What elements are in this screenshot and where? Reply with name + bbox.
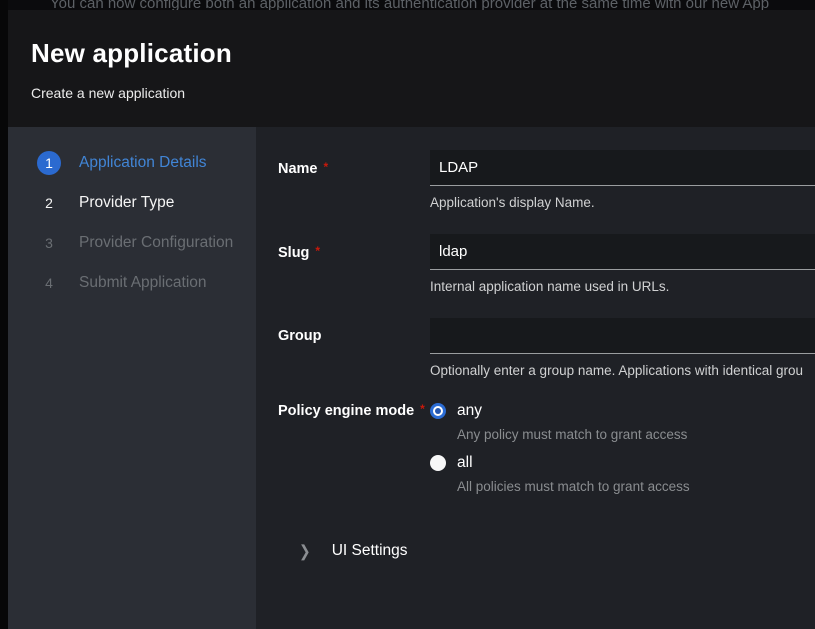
slug-field-group: Internal application name used in URLs. — [430, 234, 815, 294]
label-text: Slug — [278, 245, 309, 261]
radio-selected-icon[interactable] — [430, 403, 446, 419]
wizard-step-submit-application: 4 Submit Application — [8, 263, 256, 303]
group-field-row: Group Optionally enter a group name. App… — [278, 318, 815, 378]
radio-unselected-icon[interactable] — [430, 455, 446, 471]
name-help-text: Application's display Name. — [430, 195, 815, 210]
radio-all-help: All policies must match to grant access — [457, 479, 815, 494]
radio-all-label: all — [457, 454, 473, 472]
step-label: Submit Application — [79, 274, 207, 292]
slug-field-row: Slug * Internal application name used in … — [278, 234, 815, 294]
modal-header: New application Create a new application — [8, 10, 815, 127]
required-asterisk: * — [420, 402, 425, 416]
radio-option-any: any Any policy must match to grant acces… — [430, 402, 815, 442]
wizard-step-nav: 1 Application Details 2 Provider Type 3 … — [8, 127, 256, 629]
required-asterisk: * — [324, 160, 329, 174]
policy-engine-mode-label: Policy engine mode * — [278, 402, 430, 506]
step-number: 2 — [37, 191, 61, 215]
step-label: Provider Type — [79, 194, 174, 212]
group-input[interactable] — [430, 318, 815, 354]
page-background-strip — [0, 0, 8, 629]
label-text: Name — [278, 161, 318, 177]
screen: You can now configure both an applicatio… — [0, 0, 815, 629]
slug-input[interactable] — [430, 234, 815, 270]
slug-field-label: Slug * — [278, 234, 430, 294]
wizard-step-provider-type[interactable]: 2 Provider Type — [8, 183, 256, 223]
group-field-label: Group — [278, 318, 430, 378]
modal-title: New application — [31, 38, 815, 69]
new-application-modal: New application Create a new application… — [8, 10, 815, 629]
policy-engine-mode-options: any Any policy must match to grant acces… — [430, 402, 815, 506]
application-details-form: Name * Application's display Name. Slug * … — [256, 127, 815, 629]
chevron-right-icon: ❯ — [299, 541, 311, 561]
name-field-group: Application's display Name. — [430, 150, 815, 210]
radio-option-all: all All policies must match to grant acc… — [430, 454, 815, 494]
modal-body: 1 Application Details 2 Provider Type 3 … — [8, 127, 815, 629]
policy-engine-mode-row: Policy engine mode * any Any policy must … — [278, 402, 815, 506]
ui-settings-expander[interactable]: ❯ UI Settings — [278, 542, 815, 560]
name-input[interactable] — [430, 150, 815, 186]
radio-any-help: Any policy must match to grant access — [457, 427, 815, 442]
step-number-badge: 1 — [37, 151, 61, 175]
label-text: Policy engine mode — [278, 403, 414, 419]
group-field-group: Optionally enter a group name. Applicati… — [430, 318, 815, 378]
wizard-step-provider-configuration: 3 Provider Configuration — [8, 223, 256, 263]
ui-settings-label: UI Settings — [332, 542, 408, 560]
modal-subtitle: Create a new application — [31, 85, 815, 101]
name-field-row: Name * Application's display Name. — [278, 150, 815, 210]
radio-any-label: any — [457, 402, 482, 420]
step-number: 3 — [37, 231, 61, 255]
required-asterisk: * — [315, 244, 320, 258]
label-text: Group — [278, 328, 322, 344]
step-label: Application Details — [79, 154, 207, 172]
name-field-label: Name * — [278, 150, 430, 210]
step-label: Provider Configuration — [79, 234, 233, 252]
step-number: 4 — [37, 271, 61, 295]
radio-any[interactable]: any — [430, 402, 815, 420]
radio-all[interactable]: all — [430, 454, 815, 472]
wizard-step-application-details[interactable]: 1 Application Details — [8, 143, 256, 183]
group-help-text: Optionally enter a group name. Applicati… — [430, 363, 815, 378]
slug-help-text: Internal application name used in URLs. — [430, 279, 815, 294]
